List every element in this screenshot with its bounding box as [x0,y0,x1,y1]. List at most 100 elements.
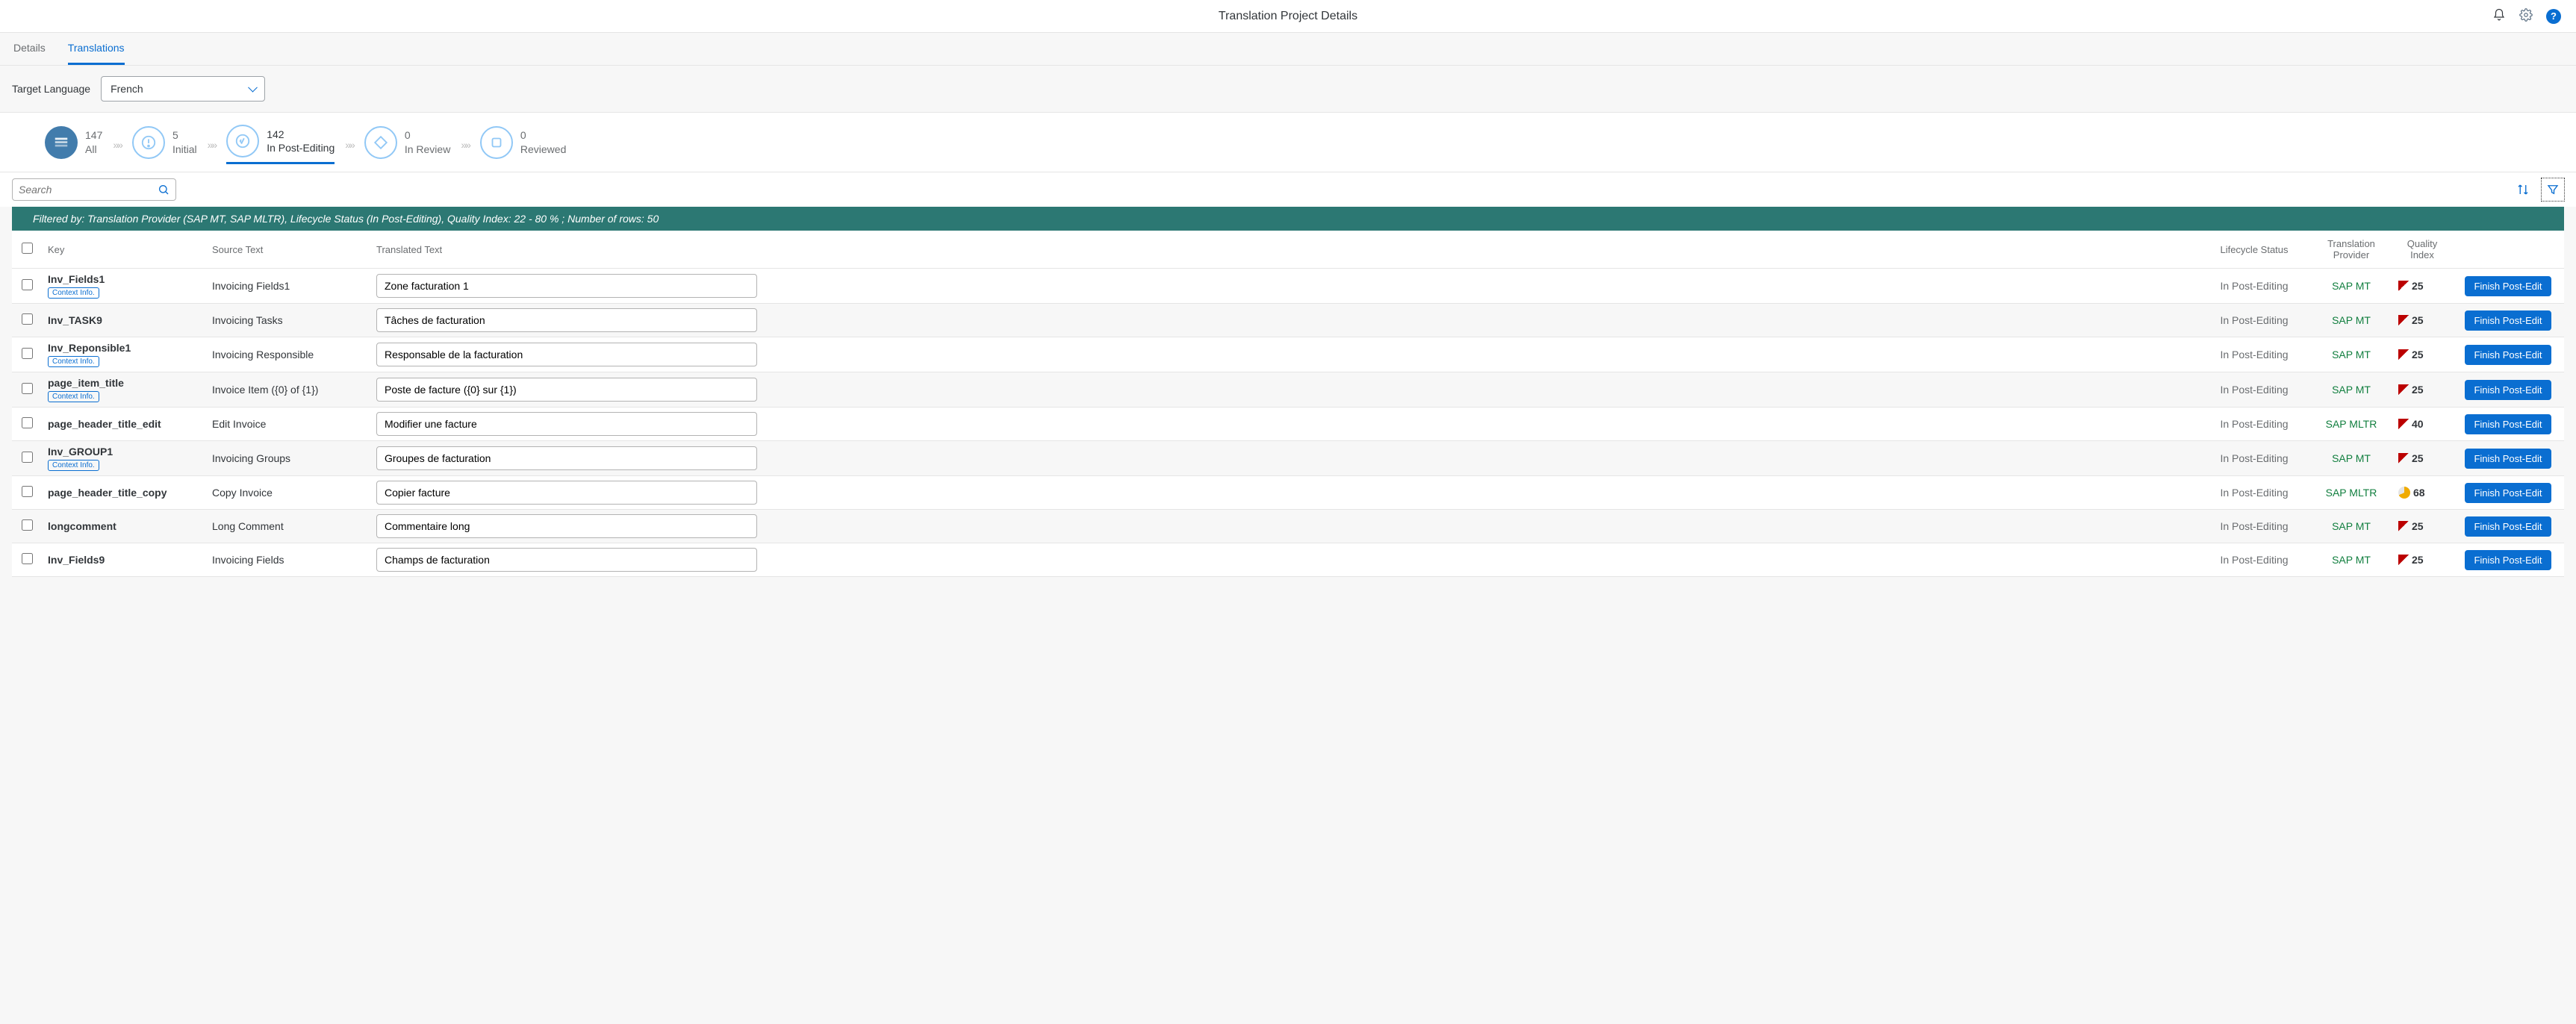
filter-icon[interactable] [2542,178,2564,201]
gear-icon[interactable] [2519,8,2533,24]
finish-post-edit-button[interactable]: Finish Post-Edit [2465,550,2551,570]
chevron-icon: »» [113,139,122,151]
column-provider[interactable]: Translation Provider [2310,231,2392,269]
quality-flag-icon [2398,384,2409,395]
search-input[interactable] [19,184,158,196]
finish-post-edit-button[interactable]: Finish Post-Edit [2465,449,2551,469]
row-source: Edit Invoice [206,408,370,441]
column-source[interactable]: Source Text [206,231,370,269]
step-post-editing-label: In Post-Editing [267,141,335,154]
step-reviewed-label: Reviewed [520,143,566,156]
table-row: Inv_Fields1 Context Info. Invoicing Fields… [12,269,2564,304]
translated-text-input[interactable] [376,514,757,538]
chevron-icon: »» [345,139,354,151]
row-source: Copy Invoice [206,476,370,510]
column-quality[interactable]: Quality Index [2392,231,2452,269]
step-initial[interactable]: 5 Initial [132,126,197,163]
row-provider: SAP MT [2332,384,2371,396]
step-post-editing[interactable]: 142 In Post-Editing [226,125,335,164]
row-status: In Post-Editing [2220,452,2288,464]
row-status: In Post-Editing [2220,314,2288,326]
row-quality: 25 [2412,280,2424,292]
finish-post-edit-button[interactable]: Finish Post-Edit [2465,483,2551,503]
notification-icon[interactable] [2492,8,2506,24]
step-all[interactable]: 147 All [45,126,102,163]
table-row: Inv_Fields9Invoicing FieldsIn Post-Editi… [12,543,2564,577]
translated-text-input[interactable] [376,308,757,332]
step-initial-count: 5 [172,128,197,142]
table-row: longcommentLong CommentIn Post-EditingSA… [12,510,2564,543]
quality-flag-icon [2398,555,2409,565]
finish-post-edit-button[interactable]: Finish Post-Edit [2465,380,2551,400]
translated-text-input[interactable] [376,378,757,402]
row-quality: 25 [2412,520,2424,532]
row-status: In Post-Editing [2220,487,2288,499]
finish-post-edit-button[interactable]: Finish Post-Edit [2465,276,2551,296]
tab-translations[interactable]: Translations [68,33,125,65]
column-key[interactable]: Key [42,231,206,269]
row-provider: SAP MT [2332,314,2371,326]
row-checkbox[interactable] [22,383,33,394]
row-provider: SAP MT [2332,520,2371,532]
translated-text-input[interactable] [376,274,757,298]
sort-icon[interactable] [2512,178,2534,201]
column-translated[interactable]: Translated Text [370,231,2198,269]
target-language-select[interactable]: French [101,76,265,102]
context-info-badge[interactable]: Context Info. [48,356,99,367]
step-in-review[interactable]: 0 In Review [364,126,450,163]
search-field[interactable] [12,178,176,201]
step-reviewed-count: 0 [520,128,566,142]
row-checkbox[interactable] [22,279,33,290]
row-checkbox[interactable] [22,313,33,325]
context-info-badge[interactable]: Context Info. [48,391,99,402]
translated-text-input[interactable] [376,481,757,505]
translated-text-input[interactable] [376,343,757,366]
finish-post-edit-button[interactable]: Finish Post-Edit [2465,414,2551,434]
context-info-badge[interactable]: Context Info. [48,460,99,471]
select-all-checkbox[interactable] [22,243,33,254]
translated-text-input[interactable] [376,446,757,470]
row-status: In Post-Editing [2220,349,2288,360]
step-reviewed[interactable]: 0 Reviewed [480,126,566,163]
context-info-badge[interactable]: Context Info. [48,287,99,299]
row-quality: 68 [2413,487,2425,499]
row-provider: SAP MT [2332,349,2371,360]
table-row: page_item_titleContext Info.Invoice Item… [12,372,2564,408]
row-checkbox[interactable] [22,519,33,531]
row-key: Inv_Fields1 [48,273,200,285]
finish-post-edit-button[interactable]: Finish Post-Edit [2465,516,2551,537]
row-key: page_header_title_edit [48,418,200,430]
row-provider: SAP MLTR [2326,418,2377,430]
row-provider: SAP MT [2332,554,2371,566]
finish-post-edit-button[interactable]: Finish Post-Edit [2465,345,2551,365]
step-post-editing-count: 142 [267,128,335,141]
row-source: Invoice Item ({0} of {1}) [206,372,370,408]
row-source: Invoicing Fields1 [206,269,370,304]
row-provider: SAP MLTR [2326,487,2377,499]
row-provider: SAP MT [2332,280,2371,292]
finish-post-edit-button[interactable]: Finish Post-Edit [2465,310,2551,331]
translated-text-input[interactable] [376,548,757,572]
row-checkbox[interactable] [22,553,33,564]
row-source: Invoicing Responsible [206,337,370,372]
tab-details[interactable]: Details [13,33,46,65]
row-key: Inv_Reponsible1 [48,342,200,354]
column-status[interactable]: Lifecycle Status [2198,231,2310,269]
row-checkbox[interactable] [22,348,33,359]
table-row: Inv_GROUP1Context Info.Invoicing GroupsI… [12,441,2564,476]
row-source: Invoicing Fields [206,543,370,577]
row-checkbox[interactable] [22,417,33,428]
row-quality: 25 [2412,349,2424,360]
step-in-review-label: In Review [405,143,450,156]
chevron-icon: »» [461,139,470,151]
table-row: page_header_title_copyCopy InvoiceIn Pos… [12,476,2564,510]
table-row: Inv_Reponsible1 Context Info. Invoicing Re… [12,337,2564,372]
row-checkbox[interactable] [22,486,33,497]
row-source: Invoicing Tasks [206,304,370,337]
help-icon[interactable]: ? [2546,9,2561,24]
row-checkbox[interactable] [22,452,33,463]
row-key: Inv_Fields9 [48,554,200,566]
translated-text-input[interactable] [376,412,757,436]
quality-flag-icon [2398,315,2409,325]
row-source: Invoicing Groups [206,441,370,476]
